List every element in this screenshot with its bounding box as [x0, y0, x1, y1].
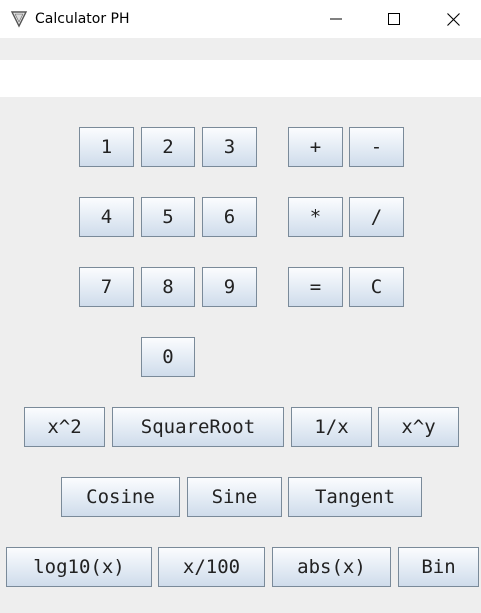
digit-5-button[interactable]: 5 [141, 197, 195, 237]
percent-button[interactable]: x/100 [158, 547, 265, 587]
multiply-button[interactable]: * [288, 197, 343, 237]
power-button[interactable]: x^y [378, 407, 459, 447]
digit-7-button[interactable]: 7 [79, 267, 134, 307]
minus-button[interactable]: - [349, 127, 404, 167]
digit-3-button[interactable]: 3 [202, 127, 257, 167]
sine-button[interactable]: Sine [187, 477, 282, 517]
digit-8-button[interactable]: 8 [141, 267, 195, 307]
digit-9-button[interactable]: 9 [202, 267, 257, 307]
digit-1-button[interactable]: 1 [79, 127, 134, 167]
maximize-icon [388, 13, 400, 25]
title-bar: Calculator PH [0, 0, 481, 38]
minimize-button[interactable] [313, 0, 359, 38]
divide-button[interactable]: / [349, 197, 404, 237]
binary-button[interactable]: Bin [398, 547, 479, 587]
maximize-button[interactable] [371, 0, 417, 38]
plus-button[interactable]: + [288, 127, 343, 167]
square-root-button[interactable]: SquareRoot [112, 407, 284, 447]
app-logo-icon [10, 11, 28, 28]
reciprocal-button[interactable]: 1/x [291, 407, 372, 447]
square-button[interactable]: x^2 [24, 407, 105, 447]
digit-2-button[interactable]: 2 [141, 127, 195, 167]
abs-button[interactable]: abs(x) [272, 547, 391, 587]
minimize-icon [330, 18, 342, 20]
digit-6-button[interactable]: 6 [202, 197, 257, 237]
clear-button[interactable]: C [349, 267, 404, 307]
close-icon [446, 12, 460, 26]
digit-4-button[interactable]: 4 [79, 197, 134, 237]
window-title: Calculator PH [35, 11, 130, 27]
display-field[interactable] [0, 60, 481, 97]
equals-button[interactable]: = [288, 267, 343, 307]
close-button[interactable] [430, 0, 476, 38]
digit-0-button[interactable]: 0 [141, 337, 195, 377]
tangent-button[interactable]: Tangent [288, 477, 422, 517]
log10-button[interactable]: log10(x) [6, 547, 152, 587]
cosine-button[interactable]: Cosine [61, 477, 180, 517]
